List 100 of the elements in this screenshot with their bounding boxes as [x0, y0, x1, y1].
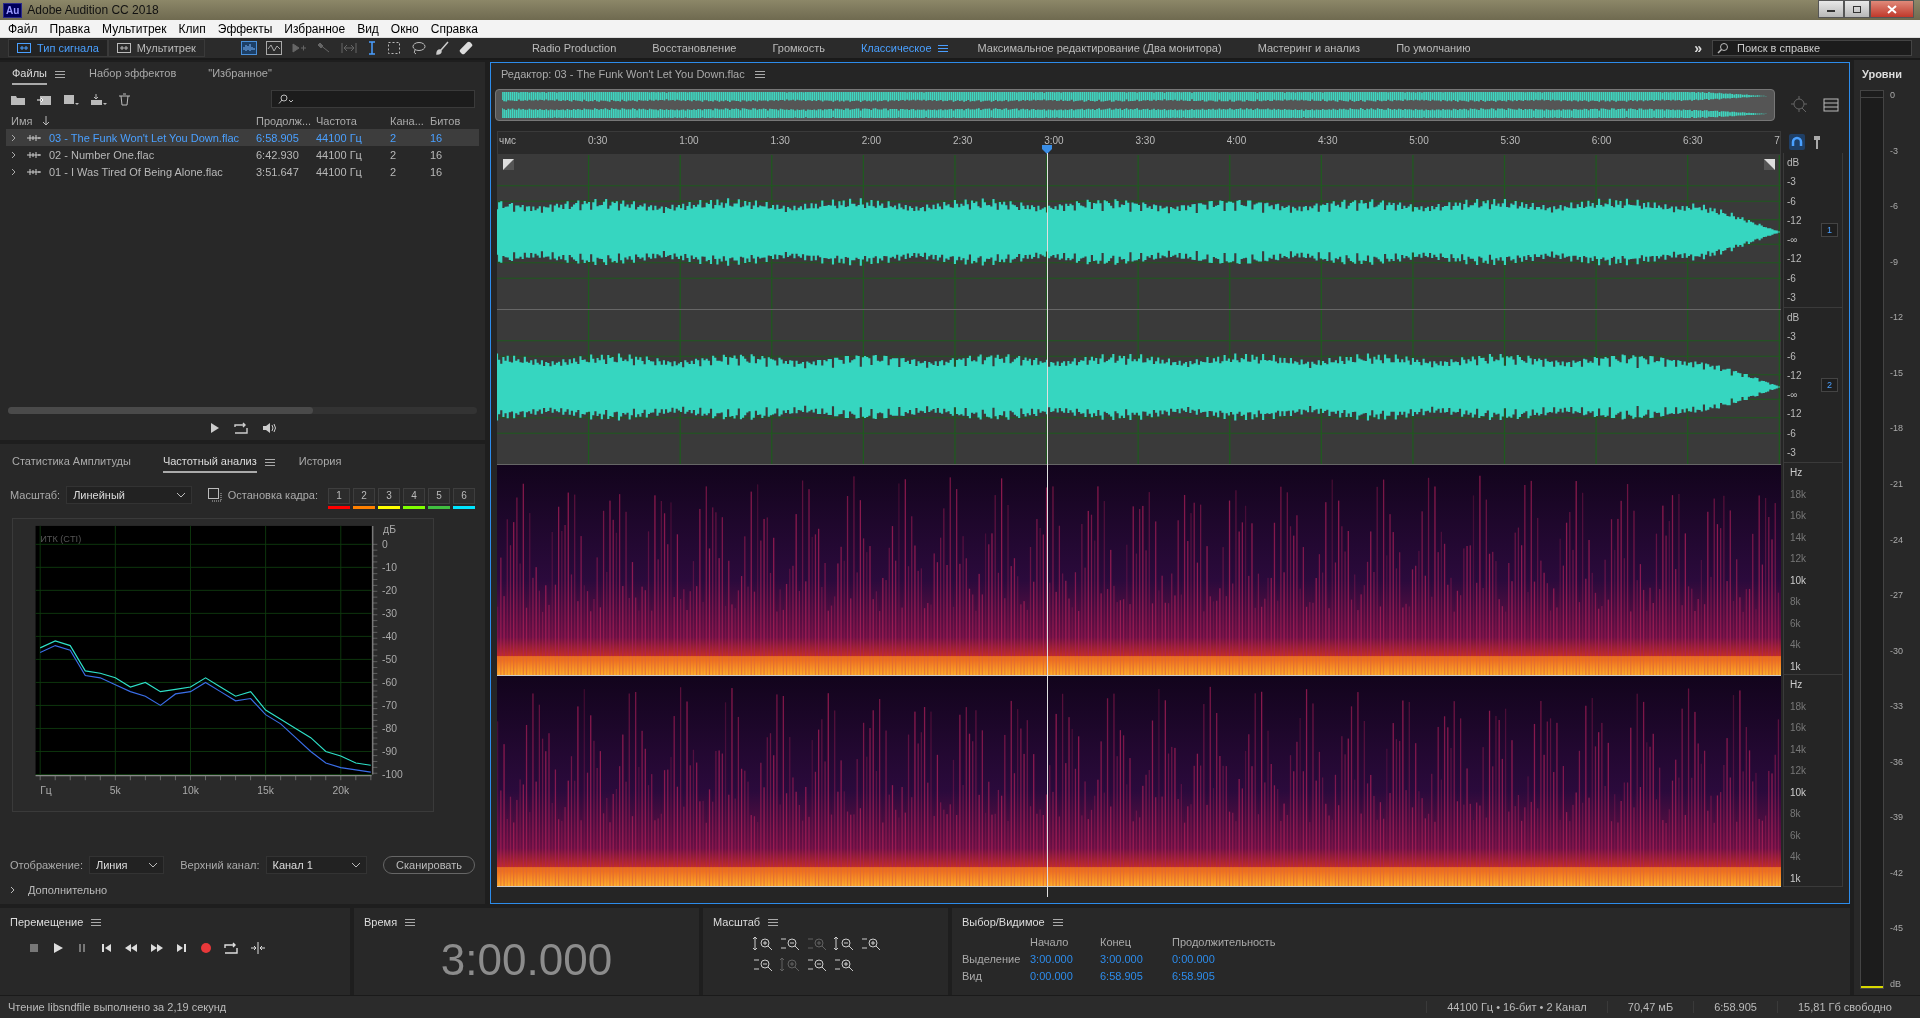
skip-back-icon[interactable] — [100, 942, 112, 954]
waveform-drawing[interactable] — [497, 310, 1781, 464]
insert-icon[interactable] — [90, 92, 108, 106]
marker-pin-icon[interactable] — [1813, 135, 1821, 149]
marquee-tool-icon[interactable] — [386, 41, 401, 55]
menu-icon[interactable] — [91, 917, 102, 927]
close-button[interactable] — [1870, 0, 1914, 18]
mode-button[interactable]: Мультитрек — [107, 39, 205, 57]
zoom-selection-icon[interactable] — [861, 936, 881, 951]
panel-tab[interactable]: "Избранное" — [208, 63, 272, 85]
zoom-out-full-icon[interactable] — [807, 936, 827, 951]
rewind-icon[interactable] — [124, 942, 138, 954]
time-value-field[interactable]: 3:00.000 — [1094, 953, 1166, 965]
record-icon[interactable] — [200, 942, 212, 954]
menu-icon[interactable] — [1052, 917, 1063, 927]
zoom-in-time-icon[interactable] — [753, 957, 773, 972]
loop-icon[interactable] — [233, 422, 248, 434]
menu-icon[interactable] — [264, 457, 275, 467]
menu-item[interactable]: Вид — [351, 21, 385, 36]
play-icon[interactable] — [52, 942, 64, 954]
menu-item[interactable]: Клип — [172, 21, 212, 36]
scale-dropdown[interactable]: Линейный — [66, 486, 193, 504]
fade-in-handle-icon[interactable] — [503, 159, 514, 170]
spectrogram-drawing[interactable] — [497, 465, 1781, 675]
freeze-slot-button[interactable]: 4 — [403, 487, 425, 504]
trash-icon[interactable] — [118, 92, 131, 106]
list-view-icon[interactable] — [1823, 98, 1839, 112]
zoom-out-point-icon[interactable] — [807, 957, 827, 972]
spectrum-view-icon[interactable] — [265, 41, 282, 55]
loop-icon[interactable] — [224, 942, 238, 954]
time-ruler[interactable]: чмс 0:30 1:00 1:30 2:00 2:30 3:00 3:30 4:00 4:30 5:00 5:30 6:00 6:30 7 — [497, 131, 1781, 155]
more-workspaces-button[interactable]: » — [1694, 40, 1702, 56]
column-header[interactable]: Кана... — [390, 114, 430, 127]
zoom-in-channel-icon[interactable] — [834, 957, 854, 972]
minimize-button[interactable] — [1818, 0, 1844, 18]
panel-tab[interactable]: Набор эффектов — [88, 63, 177, 85]
panel-tab[interactable]: Статистика Амплитуды — [12, 451, 131, 473]
freeze-slot-button[interactable]: 1 — [328, 487, 350, 504]
razor-tool-icon[interactable] — [315, 41, 332, 55]
panel-tab[interactable]: История — [298, 451, 342, 473]
file-search-field[interactable] — [271, 90, 475, 108]
time-value-field[interactable]: 6:58.905 — [1166, 970, 1296, 982]
panel-tab[interactable]: Частотный анализ — [162, 451, 257, 473]
skip-selection-icon[interactable] — [250, 942, 266, 954]
mode-button[interactable]: Тип сигнала — [8, 39, 108, 57]
freeze-slot-button[interactable]: 5 — [428, 487, 450, 504]
lasso-tool-icon[interactable] — [409, 41, 426, 55]
stop-icon[interactable] — [28, 942, 40, 954]
brush-tool-icon[interactable] — [434, 41, 449, 55]
workspace-tab[interactable]: Громкость — [754, 42, 843, 54]
speaker-icon[interactable] — [261, 422, 276, 434]
column-header[interactable]: Битов — [430, 114, 460, 127]
workspace-tab[interactable]: Мастеринг и анализ — [1239, 42, 1379, 54]
time-value-field[interactable]: 6:58.905 — [1094, 970, 1166, 982]
channel-dropdown[interactable]: Канал 1 — [265, 856, 368, 874]
snap-magnet-icon[interactable] — [1789, 134, 1805, 150]
zoom-in-amplitude-icon[interactable] — [753, 936, 773, 951]
menu-icon[interactable] — [405, 917, 416, 927]
time-value-field[interactable]: 0:00.000 — [1024, 970, 1094, 982]
workspace-tab[interactable]: Radio Production — [513, 42, 635, 54]
slip-tool-icon[interactable] — [340, 41, 357, 55]
menu-item[interactable]: Файл — [2, 21, 44, 36]
workspace-tab[interactable]: Восстановление — [634, 42, 755, 54]
menu-icon[interactable] — [754, 69, 765, 79]
freeze-slot-button[interactable]: 3 — [378, 487, 400, 504]
time-value-field[interactable]: 3:00.000 — [1024, 953, 1094, 965]
help-search-field[interactable]: Поиск в справке — [1712, 40, 1912, 56]
zoom-in-point-icon[interactable] — [834, 936, 854, 951]
menu-item[interactable]: Правка — [43, 21, 97, 36]
fade-out-handle-icon[interactable] — [1764, 159, 1775, 170]
file-row[interactable]: 01 - I Was Tired Of Being Alone.flac 3:51.647 44100 Гц 2 16 — [6, 163, 479, 180]
zoom-out-amplitude-icon[interactable] — [780, 936, 800, 951]
freeze-slot-button[interactable]: 6 — [453, 487, 475, 504]
advanced-expander[interactable]: Дополнительно — [0, 880, 485, 904]
menu-item[interactable]: Окно — [384, 21, 425, 36]
pause-icon[interactable] — [76, 942, 88, 954]
column-header[interactable]: Частота — [316, 114, 390, 127]
editor-title[interactable]: Редактор: 03 - The Funk Won't Let You Down.flac — [501, 68, 745, 80]
display-dropdown[interactable]: Линия — [89, 856, 165, 874]
column-header[interactable]: Имя — [6, 114, 256, 127]
freeze-slot-button[interactable]: 2 — [353, 487, 375, 504]
horizontal-scrollbar[interactable] — [8, 407, 477, 414]
menu-item[interactable]: Справка — [424, 21, 484, 36]
menu-item[interactable]: Эффекты — [211, 21, 279, 36]
menu-icon[interactable] — [54, 69, 65, 79]
menu-item[interactable]: Мультитрек — [96, 21, 173, 36]
waveform-drawing[interactable] — [497, 155, 1781, 309]
play-icon[interactable] — [209, 423, 220, 433]
move-tool-icon[interactable] — [290, 41, 307, 55]
waveform-view-icon[interactable] — [240, 41, 257, 55]
workspace-tab[interactable]: Максимальное редактирование (Два монитора) — [959, 42, 1240, 54]
panel-tab[interactable]: Файлы — [12, 63, 47, 85]
zoom-out-time-icon[interactable] — [780, 957, 800, 972]
fast-forward-icon[interactable] — [150, 942, 164, 954]
selection-frame-icon[interactable] — [208, 488, 222, 502]
menu-icon[interactable] — [768, 917, 779, 927]
file-row[interactable]: 02 - Number One.flac 6:42.930 44100 Гц 2 16 — [6, 146, 479, 163]
menu-item[interactable]: Избранное — [278, 21, 352, 36]
new-file-icon[interactable] — [62, 92, 80, 106]
menu-icon[interactable] — [937, 43, 948, 53]
